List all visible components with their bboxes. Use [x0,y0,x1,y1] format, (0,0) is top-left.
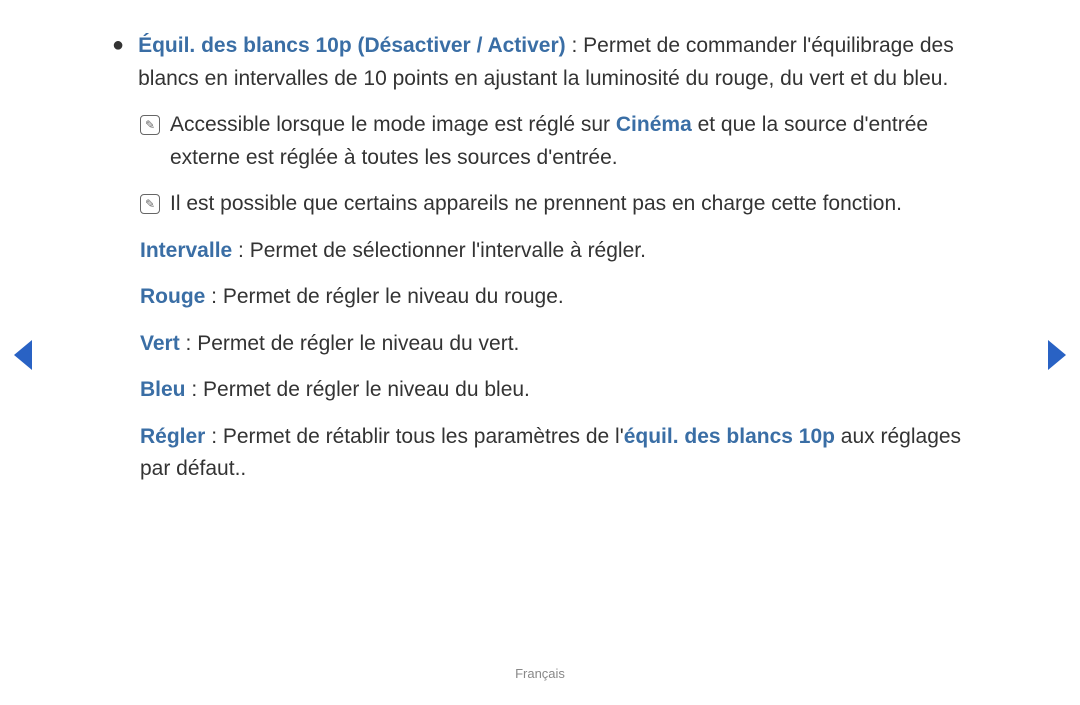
regler-highlight: équil. des blancs 10p [624,425,835,448]
chevron-left-icon [12,340,36,370]
footer-language: Français [0,666,1080,681]
document-content: ● Équil. des blancs 10p (Désactiver / Ac… [0,0,1080,486]
def-regler: Régler : Permet de rétablir tous les par… [140,421,980,486]
rouge-label: Rouge [140,285,205,308]
note-icon: ✎ [140,194,160,214]
note-text-2: Il est possible que certains appareils n… [170,188,980,221]
title-highlight: Équil. des blancs 10p (Désactiver / Acti… [138,34,566,57]
rouge-text: : Permet de régler le niveau du rouge. [205,285,563,308]
note-item-2: ✎ Il est possible que certains appareils… [140,188,980,221]
bleu-label: Bleu [140,378,186,401]
regler-label: Régler [140,425,205,448]
intervalle-text: : Permet de sélectionner l'intervalle à … [232,239,646,262]
nav-previous-button[interactable] [12,340,36,370]
note-text-1: Accessible lorsque le mode image est rég… [170,109,980,174]
regler-before: : Permet de rétablir tous les paramètres… [205,425,623,448]
bleu-text: : Permet de régler le niveau du bleu. [186,378,530,401]
vert-label: Vert [140,332,180,355]
def-intervalle: Intervalle : Permet de sélectionner l'in… [140,235,980,268]
note-icon: ✎ [140,115,160,135]
def-rouge: Rouge : Permet de régler le niveau du ro… [140,281,980,314]
def-bleu: Bleu : Permet de régler le niveau du ble… [140,374,980,407]
intervalle-label: Intervalle [140,239,232,262]
note-item-1: ✎ Accessible lorsque le mode image est r… [140,109,980,174]
bullet-marker: ● [112,30,124,95]
nav-next-button[interactable] [1044,340,1068,370]
bullet-item: ● Équil. des blancs 10p (Désactiver / Ac… [100,30,980,95]
vert-text: : Permet de régler le niveau du vert. [180,332,520,355]
bullet-text: Équil. des blancs 10p (Désactiver / Acti… [138,30,980,95]
note1-before: Accessible lorsque le mode image est rég… [170,113,616,136]
def-vert: Vert : Permet de régler le niveau du ver… [140,328,980,361]
note1-highlight: Cinéma [616,113,692,136]
chevron-right-icon [1044,340,1068,370]
